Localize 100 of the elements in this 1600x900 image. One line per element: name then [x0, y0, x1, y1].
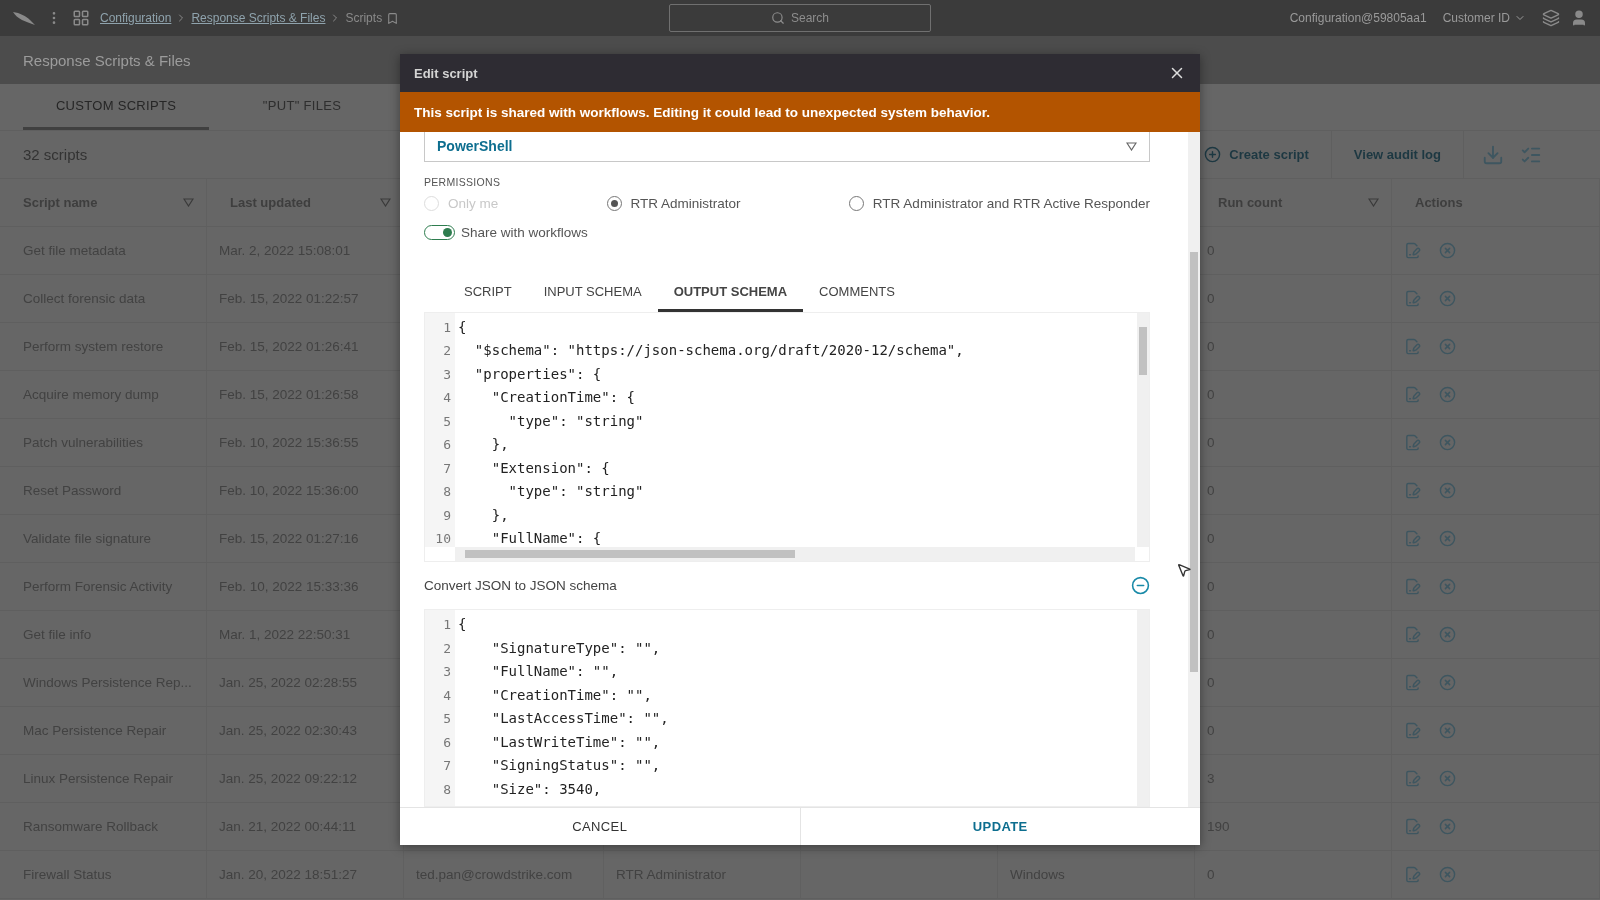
edit-icon[interactable] [1404, 626, 1421, 643]
warning-banner: This script is shared with workflows. Editing it could lead to unexpected system behavior. [400, 92, 1200, 132]
filter-icon[interactable] [380, 198, 391, 207]
editor-tab[interactable]: OUTPUT SCHEMA [657, 273, 804, 312]
code-line: { [458, 615, 468, 635]
edit-icon[interactable] [1404, 866, 1421, 883]
code-editor[interactable]: 1 2 3 4 5 6 7 8 { "SignatureType": "", "FullName": "", "CreationTime": "", "LastAccessTime": "", "LastWriteTime": "", "SigningStatus": "", "Size": 3540, [424, 609, 1150, 807]
code-line: "Size": 3540, [490, 779, 603, 799]
code-line: }, [490, 435, 510, 455]
plus-icon [1204, 146, 1222, 163]
line-number: 1 [442, 616, 452, 635]
code-line: "LastWriteTime": "", [490, 732, 662, 752]
code-line: "FullName": { [490, 529, 603, 548]
delete-icon[interactable] [1439, 434, 1456, 451]
line-number: 1 [442, 318, 452, 337]
collapse-icon[interactable] [1131, 576, 1150, 596]
edit-icon[interactable] [1404, 818, 1421, 835]
line-number: 3 [442, 365, 452, 384]
delete-icon[interactable] [1439, 290, 1456, 307]
user-icon[interactable] [1570, 9, 1588, 27]
edit-icon[interactable] [1404, 386, 1421, 403]
toggle-label: Share with workflows [461, 224, 588, 240]
delete-icon[interactable] [1439, 626, 1456, 643]
app-grid-icon[interactable] [72, 9, 90, 27]
delete-icon[interactable] [1439, 674, 1456, 691]
breadcrumb-link[interactable]: Response Scripts & Files [191, 11, 326, 25]
line-number: 3 [442, 663, 452, 682]
code-line: "CreationTime": { [490, 388, 636, 408]
edit-icon[interactable] [1404, 290, 1421, 307]
delete-icon[interactable] [1439, 482, 1456, 499]
filter-icon[interactable] [1368, 198, 1379, 207]
line-number: 7 [442, 459, 452, 478]
code-line: "Extension": { [490, 458, 611, 478]
delete-icon[interactable] [1439, 386, 1456, 403]
line-number: 7 [442, 757, 452, 776]
line-number: 2 [442, 639, 452, 658]
line-number: 2 [442, 342, 452, 361]
line-number: 5 [442, 412, 452, 431]
layers-icon[interactable] [1542, 9, 1560, 27]
edit-icon[interactable] [1404, 434, 1421, 451]
convert-label: Convert JSON to JSON schema [424, 578, 617, 594]
editor-tab[interactable]: INPUT SCHEMA [527, 273, 658, 312]
edit-icon[interactable] [1404, 578, 1421, 595]
edit-icon[interactable] [1404, 674, 1421, 691]
filter-icon[interactable] [183, 198, 194, 207]
account-name: Configuration@59805aa1 [1289, 11, 1427, 25]
editor-tab[interactable]: COMMENTS [803, 273, 911, 312]
breadcrumb-link[interactable]: Configuration [100, 11, 172, 25]
line-number: 8 [442, 780, 452, 799]
mouse-pointer-icon [1176, 562, 1192, 578]
radio-label[interactable]: RTR Administrator and RTR Active Responder [872, 195, 1150, 211]
line-number: 6 [442, 733, 452, 752]
line-number: 9 [442, 506, 452, 525]
breadcrumb-current[interactable]: Scripts [345, 11, 383, 25]
delete-icon[interactable] [1439, 770, 1456, 787]
code-line: "properties": { [473, 364, 603, 384]
code-line: "LastAccessTime": "", [490, 709, 670, 729]
horizontal-scrollbar[interactable] [455, 547, 1135, 562]
code-line: "type": "string" [507, 411, 645, 431]
editor-tab[interactable]: SCRIPT [448, 273, 528, 312]
code-editor[interactable]: 1 2 3 4 5 6 7 8 9 10 { "$schema": "https://json-schema.org/draft/2020-12/schema", "properties": { "CreationTime": { "type": "string" }, "Extension": { "type": "string" }, "FullName": { [424, 311, 1150, 563]
code-line: }, [490, 505, 510, 525]
customer-menu[interactable]: Customer ID [1436, 10, 1532, 26]
language-select[interactable]: PowerShell [424, 132, 1150, 162]
line-number: 6 [442, 436, 452, 455]
edit-icon[interactable] [1404, 338, 1421, 355]
delete-icon[interactable] [1439, 866, 1456, 883]
code-line: "FullName": "", [490, 662, 620, 682]
code-line: "SignatureType": "", [490, 638, 662, 658]
edit-icon[interactable] [1404, 722, 1421, 739]
edit-icon[interactable] [1404, 770, 1421, 787]
code-line: "SigningStatus": "", [490, 756, 662, 776]
page-title: Response Scripts & Files [23, 51, 191, 69]
line-number: 4 [442, 389, 452, 408]
line-number: 5 [442, 710, 452, 729]
bird-logo-icon[interactable] [12, 10, 36, 26]
delete-icon[interactable] [1439, 578, 1456, 595]
scrollbar[interactable] [1137, 610, 1149, 806]
search-icon [771, 11, 785, 25]
dialog-title: Edit script [414, 65, 478, 81]
edit-icon[interactable] [1404, 242, 1421, 259]
edit-icon[interactable] [1404, 530, 1421, 547]
caret-icon [1126, 141, 1137, 151]
permissions-label: PERMISSIONS [424, 175, 502, 188]
search-field[interactable]: Search [669, 4, 931, 32]
scrollbar[interactable] [1137, 312, 1149, 548]
code-line: { [458, 317, 468, 337]
line-number: 10 [434, 530, 452, 548]
code-line: "CreationTime": "", [490, 685, 653, 705]
scrollbar[interactable] [1188, 132, 1200, 807]
bookmark-icon[interactable] [386, 11, 400, 25]
update-button[interactable]: UPDATE [799, 808, 1200, 845]
delete-icon[interactable] [1439, 242, 1456, 259]
edit-icon[interactable] [1404, 482, 1421, 499]
delete-icon[interactable] [1439, 818, 1456, 835]
delete-icon[interactable] [1439, 338, 1456, 355]
delete-icon[interactable] [1439, 530, 1456, 547]
radio-label[interactable]: RTR Administrator [630, 195, 741, 211]
cancel-button[interactable]: CANCEL [400, 808, 800, 845]
delete-icon[interactable] [1439, 722, 1456, 739]
